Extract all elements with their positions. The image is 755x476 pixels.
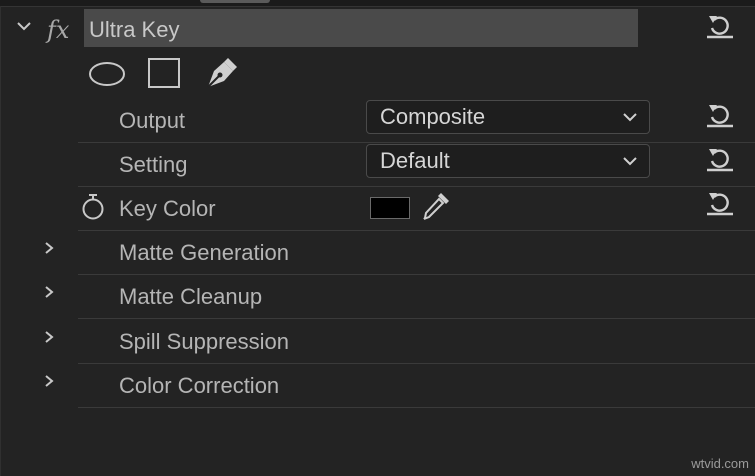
fx-toggle[interactable]: fx	[47, 16, 69, 44]
group-label: Color Correction	[119, 373, 280, 398]
output-row: Output Composite	[78, 99, 755, 143]
effect-header: fx Ultra Key	[0, 7, 755, 51]
effect-name-field[interactable]: Ultra Key	[84, 9, 638, 47]
group-color-correction[interactable]: Color Correction	[78, 364, 755, 408]
chevron-right-icon[interactable]	[43, 374, 55, 388]
reset-icon[interactable]	[705, 189, 735, 217]
key-color-row: Key Color	[78, 187, 755, 231]
reset-icon[interactable]	[705, 12, 735, 40]
chevron-down-icon	[623, 113, 637, 122]
chevron-right-icon[interactable]	[43, 330, 55, 344]
setting-label: Setting	[119, 152, 188, 177]
group-label: Spill Suppression	[119, 329, 289, 354]
mask-tools	[88, 54, 248, 94]
group-matte-cleanup[interactable]: Matte Cleanup	[78, 275, 755, 319]
reset-icon[interactable]	[705, 101, 735, 129]
chevron-right-icon[interactable]	[43, 285, 55, 299]
panel-top-border	[0, 0, 755, 7]
group-spill-suppression[interactable]: Spill Suppression	[78, 320, 755, 364]
watermark: wtvid.com	[691, 456, 749, 471]
chevron-right-icon[interactable]	[43, 241, 55, 255]
setting-value: Default	[380, 148, 450, 173]
chevron-down-icon	[623, 157, 637, 166]
eyedropper-icon[interactable]	[420, 190, 452, 222]
effect-name: Ultra Key	[89, 17, 180, 42]
setting-dropdown[interactable]: Default	[366, 144, 650, 178]
ellipse-mask-icon[interactable]	[88, 60, 126, 88]
output-dropdown[interactable]: Composite	[366, 100, 650, 134]
pen-mask-icon[interactable]	[203, 54, 239, 90]
setting-row: Setting Default	[78, 143, 755, 187]
scroll-sliver	[200, 0, 270, 3]
output-label: Output	[119, 108, 186, 133]
rectangle-mask-icon[interactable]	[148, 58, 180, 88]
reset-icon[interactable]	[705, 145, 735, 173]
group-label: Matte Cleanup	[119, 284, 263, 309]
key-color-label: Key Color	[119, 196, 216, 221]
group-label: Matte Generation	[119, 240, 289, 265]
group-matte-generation[interactable]: Matte Generation	[78, 231, 755, 275]
output-value: Composite	[380, 104, 486, 129]
chevron-down-icon[interactable]	[15, 19, 33, 33]
panel-left-edge	[0, 6, 1, 476]
key-color-swatch[interactable]	[370, 197, 410, 219]
